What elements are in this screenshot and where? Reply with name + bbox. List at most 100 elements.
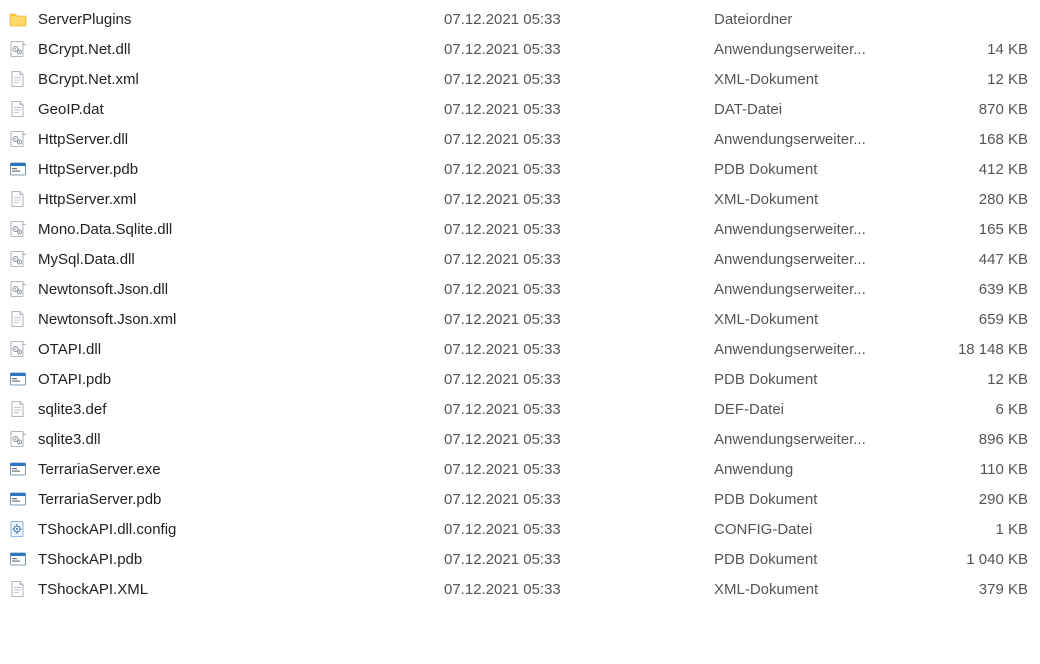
file-row[interactable]: Mono.Data.Sqlite.dll07.12.2021 05:33Anwe… xyxy=(6,214,1040,244)
file-type: PDB Dokument xyxy=(714,551,942,568)
file-date: 07.12.2021 05:33 xyxy=(444,401,714,418)
file-row[interactable]: MySql.Data.dll07.12.2021 05:33Anwendungs… xyxy=(6,244,1040,274)
file-date: 07.12.2021 05:33 xyxy=(444,521,714,538)
file-date: 07.12.2021 05:33 xyxy=(444,581,714,598)
file-type: PDB Dokument xyxy=(714,371,942,388)
file-name: HttpServer.xml xyxy=(30,191,444,208)
file-name: TShockAPI.XML xyxy=(30,581,444,598)
file-row[interactable]: Newtonsoft.Json.dll07.12.2021 05:33Anwen… xyxy=(6,274,1040,304)
file-name: TShockAPI.dll.config xyxy=(30,521,444,538)
pdb-icon xyxy=(6,370,30,388)
file-type: Anwendungserweiter... xyxy=(714,431,942,448)
file-size: 18 148 KB xyxy=(942,341,1032,358)
file-type: Anwendungserweiter... xyxy=(714,251,942,268)
file-name: MySql.Data.dll xyxy=(30,251,444,268)
pdb-icon xyxy=(6,490,30,508)
file-row[interactable]: OTAPI.dll07.12.2021 05:33Anwendungserwei… xyxy=(6,334,1040,364)
file-row[interactable]: HttpServer.xml07.12.2021 05:33XML-Dokume… xyxy=(6,184,1040,214)
file-date: 07.12.2021 05:33 xyxy=(444,161,714,178)
file-size: 412 KB xyxy=(942,161,1032,178)
file-date: 07.12.2021 05:33 xyxy=(444,311,714,328)
file-date: 07.12.2021 05:33 xyxy=(444,461,714,478)
file-row[interactable]: Newtonsoft.Json.xml07.12.2021 05:33XML-D… xyxy=(6,304,1040,334)
document-icon xyxy=(6,100,30,118)
file-date: 07.12.2021 05:33 xyxy=(444,41,714,58)
document-icon xyxy=(6,400,30,418)
file-row[interactable]: TShockAPI.XML07.12.2021 05:33XML-Dokumen… xyxy=(6,574,1040,604)
file-date: 07.12.2021 05:33 xyxy=(444,251,714,268)
file-row[interactable]: HttpServer.dll07.12.2021 05:33Anwendungs… xyxy=(6,124,1040,154)
file-row[interactable]: BCrypt.Net.dll07.12.2021 05:33Anwendungs… xyxy=(6,34,1040,64)
file-name: ServerPlugins xyxy=(30,11,444,28)
file-row[interactable]: sqlite3.def07.12.2021 05:33DEF-Datei6 KB xyxy=(6,394,1040,424)
file-date: 07.12.2021 05:33 xyxy=(444,191,714,208)
file-size: 1 KB xyxy=(942,521,1032,538)
file-date: 07.12.2021 05:33 xyxy=(444,221,714,238)
config-icon xyxy=(6,520,30,538)
pdb-icon xyxy=(6,550,30,568)
file-name: Mono.Data.Sqlite.dll xyxy=(30,221,444,238)
file-size: 12 KB xyxy=(942,71,1032,88)
file-size: 280 KB xyxy=(942,191,1032,208)
file-type: PDB Dokument xyxy=(714,161,942,178)
file-row[interactable]: TShockAPI.dll.config07.12.2021 05:33CONF… xyxy=(6,514,1040,544)
file-row[interactable]: OTAPI.pdb07.12.2021 05:33PDB Dokument12 … xyxy=(6,364,1040,394)
file-date: 07.12.2021 05:33 xyxy=(444,371,714,388)
file-row[interactable]: sqlite3.dll07.12.2021 05:33Anwendungserw… xyxy=(6,424,1040,454)
file-name: GeoIP.dat xyxy=(30,101,444,118)
file-type: XML-Dokument xyxy=(714,311,942,328)
file-type: XML-Dokument xyxy=(714,581,942,598)
dll-icon xyxy=(6,340,30,358)
file-name: Newtonsoft.Json.dll xyxy=(30,281,444,298)
file-date: 07.12.2021 05:33 xyxy=(444,491,714,508)
file-name: sqlite3.dll xyxy=(30,431,444,448)
file-date: 07.12.2021 05:33 xyxy=(444,11,714,28)
file-size: 6 KB xyxy=(942,401,1032,418)
file-size: 379 KB xyxy=(942,581,1032,598)
document-icon xyxy=(6,310,30,328)
file-date: 07.12.2021 05:33 xyxy=(444,101,714,118)
file-name: TerrariaServer.exe xyxy=(30,461,444,478)
file-type: XML-Dokument xyxy=(714,71,942,88)
file-row[interactable]: ServerPlugins07.12.2021 05:33Dateiordner xyxy=(6,4,1040,34)
file-type: XML-Dokument xyxy=(714,191,942,208)
file-size: 659 KB xyxy=(942,311,1032,328)
document-icon xyxy=(6,190,30,208)
file-date: 07.12.2021 05:33 xyxy=(444,551,714,568)
file-size: 110 KB xyxy=(942,461,1032,478)
file-date: 07.12.2021 05:33 xyxy=(444,281,714,298)
file-size: 14 KB xyxy=(942,41,1032,58)
file-type: Dateiordner xyxy=(714,11,942,28)
file-list: ServerPlugins07.12.2021 05:33Dateiordner… xyxy=(0,0,1040,610)
dll-icon xyxy=(6,250,30,268)
file-type: Anwendung xyxy=(714,461,942,478)
file-size: 870 KB xyxy=(942,101,1032,118)
dll-icon xyxy=(6,130,30,148)
file-row[interactable]: TerrariaServer.pdb07.12.2021 05:33PDB Do… xyxy=(6,484,1040,514)
file-row[interactable]: GeoIP.dat07.12.2021 05:33DAT-Datei870 KB xyxy=(6,94,1040,124)
file-size: 12 KB xyxy=(942,371,1032,388)
file-type: PDB Dokument xyxy=(714,491,942,508)
file-name: OTAPI.dll xyxy=(30,341,444,358)
file-row[interactable]: TShockAPI.pdb07.12.2021 05:33PDB Dokumen… xyxy=(6,544,1040,574)
file-row[interactable]: BCrypt.Net.xml07.12.2021 05:33XML-Dokume… xyxy=(6,64,1040,94)
document-icon xyxy=(6,580,30,598)
document-icon xyxy=(6,70,30,88)
file-type: Anwendungserweiter... xyxy=(714,281,942,298)
dll-icon xyxy=(6,430,30,448)
file-name: BCrypt.Net.xml xyxy=(30,71,444,88)
dll-icon xyxy=(6,220,30,238)
file-size: 447 KB xyxy=(942,251,1032,268)
file-size: 168 KB xyxy=(942,131,1032,148)
file-name: BCrypt.Net.dll xyxy=(30,41,444,58)
file-type: DAT-Datei xyxy=(714,101,942,118)
file-size: 639 KB xyxy=(942,281,1032,298)
file-type: Anwendungserweiter... xyxy=(714,221,942,238)
file-date: 07.12.2021 05:33 xyxy=(444,71,714,88)
dll-icon xyxy=(6,280,30,298)
file-date: 07.12.2021 05:33 xyxy=(444,431,714,448)
file-row[interactable]: HttpServer.pdb07.12.2021 05:33PDB Dokume… xyxy=(6,154,1040,184)
file-size: 1 040 KB xyxy=(942,551,1032,568)
file-row[interactable]: TerrariaServer.exe07.12.2021 05:33Anwend… xyxy=(6,454,1040,484)
file-name: TShockAPI.pdb xyxy=(30,551,444,568)
